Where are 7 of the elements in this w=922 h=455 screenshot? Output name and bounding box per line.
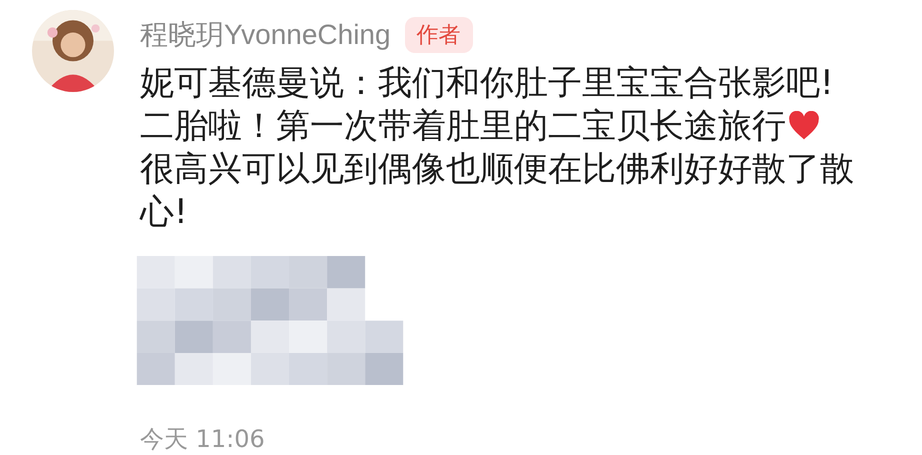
comment-text: 很高兴可以见到偶像也顺便在比佛利好好散了散	[140, 148, 854, 192]
comment-text: 妮可基德曼说：我们和你肚子里宝宝合张影吧!	[140, 62, 834, 106]
comment-time: 今天 11:06	[140, 424, 266, 455]
author-name[interactable]: 程晓玥YvonneChing	[140, 16, 391, 54]
comment-text: 二胎啦！第一次带着肚里的二宝贝长途旅行	[140, 105, 786, 148]
author-badge: 作者	[404, 16, 473, 53]
comment-text: 心!	[140, 191, 188, 234]
